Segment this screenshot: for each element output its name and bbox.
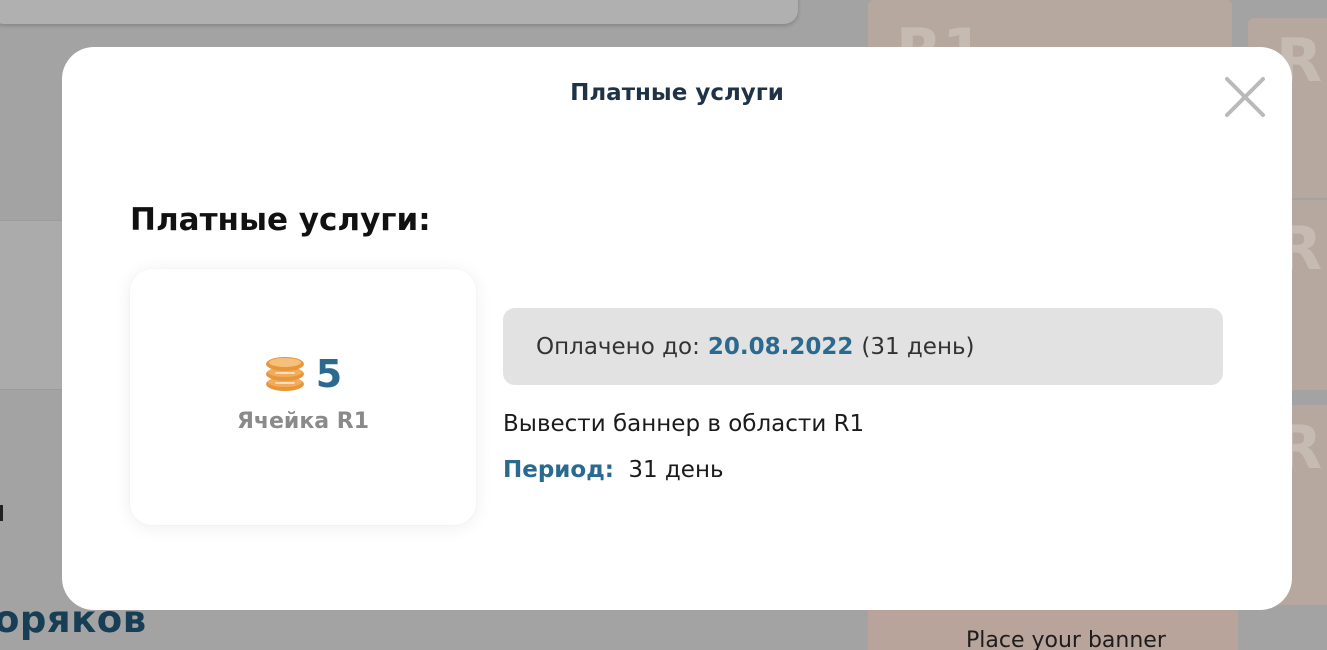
- modal-title: Платные услуги: [570, 80, 784, 106]
- paid-until-duration: (31 день): [861, 333, 975, 360]
- paid-services-modal: Платные услуги Платные услуги: 5 Ячейка …: [62, 47, 1292, 610]
- price-row: 5: [130, 355, 476, 393]
- background-banner-text: Place your banner: [966, 628, 1166, 650]
- paid-until-prefix: Оплачено до:: [536, 333, 700, 360]
- service-description: Вывести баннер в области R1: [503, 411, 865, 437]
- period-row: Период: 31 день: [503, 457, 724, 483]
- background-card: [0, 0, 798, 24]
- service-label: Ячейка R1: [236, 409, 370, 434]
- service-card[interactable]: 5 Ячейка R1: [130, 269, 476, 525]
- background-marker: [0, 505, 3, 521]
- paid-until-date: 20.08.2022: [707, 333, 854, 360]
- period-value: 31 день: [628, 457, 724, 483]
- paid-until-box: Оплачено до: 20.08.2022 (31 день): [503, 308, 1223, 385]
- section-heading: Платные услуги:: [130, 202, 431, 238]
- close-button[interactable]: [1222, 74, 1268, 120]
- period-label: Период:: [503, 457, 615, 483]
- close-icon: [1225, 77, 1265, 117]
- coins-icon: [265, 357, 304, 391]
- background-strip: [0, 220, 62, 390]
- service-price: 5: [315, 352, 343, 396]
